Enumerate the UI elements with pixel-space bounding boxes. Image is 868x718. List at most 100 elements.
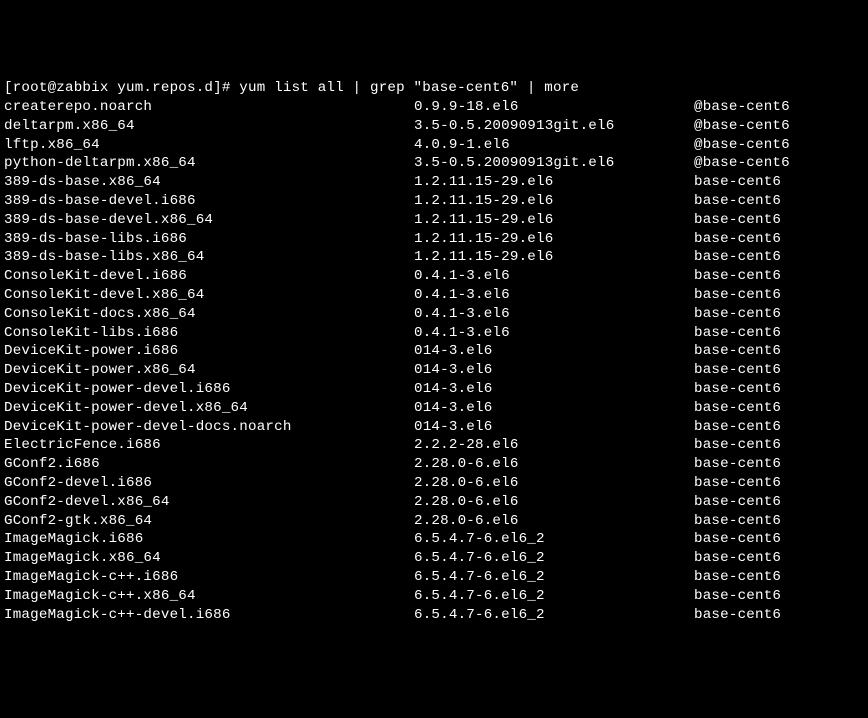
package-row: 389-ds-base-libs.x86_641.2.11.15-29.el6b… bbox=[4, 248, 864, 267]
package-name: GConf2-devel.i686 bbox=[4, 474, 414, 493]
package-repo: base-cent6 bbox=[694, 305, 781, 324]
package-repo: base-cent6 bbox=[694, 380, 781, 399]
package-name: DeviceKit-power-devel.i686 bbox=[4, 380, 414, 399]
package-repo: base-cent6 bbox=[694, 549, 781, 568]
package-row: ConsoleKit-devel.x86_640.4.1-3.el6base-c… bbox=[4, 286, 864, 305]
package-repo: base-cent6 bbox=[694, 324, 781, 343]
package-repo: base-cent6 bbox=[694, 606, 781, 625]
package-name: ImageMagick-c++.i686 bbox=[4, 568, 414, 587]
package-repo: base-cent6 bbox=[694, 173, 781, 192]
package-name: ConsoleKit-devel.x86_64 bbox=[4, 286, 414, 305]
package-repo: base-cent6 bbox=[694, 436, 781, 455]
package-version: 3.5-0.5.20090913git.el6 bbox=[414, 117, 694, 136]
package-row: ImageMagick-c++.x86_646.5.4.7-6.el6_2bas… bbox=[4, 587, 864, 606]
shell-prompt: [root@zabbix yum.repos.d]# bbox=[4, 80, 239, 96]
package-repo: base-cent6 bbox=[694, 455, 781, 474]
package-repo: @base-cent6 bbox=[694, 136, 790, 155]
package-repo: base-cent6 bbox=[694, 248, 781, 267]
package-name: DeviceKit-power-devel-docs.noarch bbox=[4, 418, 414, 437]
package-version: 0.4.1-3.el6 bbox=[414, 267, 694, 286]
package-version: 2.28.0-6.el6 bbox=[414, 455, 694, 474]
package-name: ImageMagick.i686 bbox=[4, 530, 414, 549]
package-name: DeviceKit-power.x86_64 bbox=[4, 361, 414, 380]
package-row: ConsoleKit-docs.x86_640.4.1-3.el6base-ce… bbox=[4, 305, 864, 324]
package-repo: base-cent6 bbox=[694, 192, 781, 211]
package-row: ConsoleKit-libs.i6860.4.1-3.el6base-cent… bbox=[4, 324, 864, 343]
package-name: ImageMagick.x86_64 bbox=[4, 549, 414, 568]
package-name: DeviceKit-power.i686 bbox=[4, 342, 414, 361]
package-repo: base-cent6 bbox=[694, 286, 781, 305]
package-repo: base-cent6 bbox=[694, 587, 781, 606]
package-version: 1.2.11.15-29.el6 bbox=[414, 211, 694, 230]
package-version: 6.5.4.7-6.el6_2 bbox=[414, 568, 694, 587]
package-version: 014-3.el6 bbox=[414, 399, 694, 418]
package-row: ImageMagick-c++.i6866.5.4.7-6.el6_2base-… bbox=[4, 568, 864, 587]
package-name: lftp.x86_64 bbox=[4, 136, 414, 155]
package-version: 6.5.4.7-6.el6_2 bbox=[414, 549, 694, 568]
package-repo: @base-cent6 bbox=[694, 98, 790, 117]
package-repo: base-cent6 bbox=[694, 342, 781, 361]
package-name: GConf2-gtk.x86_64 bbox=[4, 512, 414, 531]
package-name: 389-ds-base-devel.i686 bbox=[4, 192, 414, 211]
package-name: GConf2-devel.x86_64 bbox=[4, 493, 414, 512]
package-name: DeviceKit-power-devel.x86_64 bbox=[4, 399, 414, 418]
package-row: GConf2-devel.i6862.28.0-6.el6base-cent6 bbox=[4, 474, 864, 493]
package-row: ElectricFence.i6862.2.2-28.el6base-cent6 bbox=[4, 436, 864, 455]
package-row: ImageMagick.i6866.5.4.7-6.el6_2base-cent… bbox=[4, 530, 864, 549]
package-version: 014-3.el6 bbox=[414, 380, 694, 399]
package-row: ImageMagick.x86_646.5.4.7-6.el6_2base-ce… bbox=[4, 549, 864, 568]
package-name: ConsoleKit-devel.i686 bbox=[4, 267, 414, 286]
package-repo: base-cent6 bbox=[694, 418, 781, 437]
package-name: createrepo.noarch bbox=[4, 98, 414, 117]
package-version: 6.5.4.7-6.el6_2 bbox=[414, 530, 694, 549]
package-row: deltarpm.x86_643.5-0.5.20090913git.el6@b… bbox=[4, 117, 864, 136]
package-name: ImageMagick-c++.x86_64 bbox=[4, 587, 414, 606]
package-version: 2.28.0-6.el6 bbox=[414, 512, 694, 531]
package-row: GConf2.i6862.28.0-6.el6base-cent6 bbox=[4, 455, 864, 474]
package-version: 0.9.9-18.el6 bbox=[414, 98, 694, 117]
package-version: 6.5.4.7-6.el6_2 bbox=[414, 606, 694, 625]
package-row: GConf2-devel.x86_642.28.0-6.el6base-cent… bbox=[4, 493, 864, 512]
package-name: ConsoleKit-libs.i686 bbox=[4, 324, 414, 343]
package-name: 389-ds-base-devel.x86_64 bbox=[4, 211, 414, 230]
shell-command[interactable]: yum list all | grep "base-cent6" | more bbox=[239, 80, 579, 96]
package-repo: base-cent6 bbox=[694, 568, 781, 587]
package-version: 1.2.11.15-29.el6 bbox=[414, 173, 694, 192]
package-row: ImageMagick-c++-devel.i6866.5.4.7-6.el6_… bbox=[4, 606, 864, 625]
package-row: GConf2-gtk.x86_642.28.0-6.el6base-cent6 bbox=[4, 512, 864, 531]
package-row: DeviceKit-power-devel.i686014-3.el6base-… bbox=[4, 380, 864, 399]
package-row: python-deltarpm.x86_643.5-0.5.20090913gi… bbox=[4, 154, 864, 173]
package-version: 0.4.1-3.el6 bbox=[414, 324, 694, 343]
package-row: 389-ds-base-devel.i6861.2.11.15-29.el6ba… bbox=[4, 192, 864, 211]
package-repo: base-cent6 bbox=[694, 512, 781, 531]
package-version: 1.2.11.15-29.el6 bbox=[414, 230, 694, 249]
command-prompt-line: [root@zabbix yum.repos.d]# yum list all … bbox=[4, 79, 864, 98]
package-list: createrepo.noarch0.9.9-18.el6@base-cent6… bbox=[4, 98, 864, 624]
package-name: 389-ds-base-libs.x86_64 bbox=[4, 248, 414, 267]
package-row: DeviceKit-power-devel-docs.noarch014-3.e… bbox=[4, 418, 864, 437]
package-version: 3.5-0.5.20090913git.el6 bbox=[414, 154, 694, 173]
package-version: 014-3.el6 bbox=[414, 342, 694, 361]
package-version: 2.28.0-6.el6 bbox=[414, 474, 694, 493]
package-version: 1.2.11.15-29.el6 bbox=[414, 248, 694, 267]
package-name: 389-ds-base.x86_64 bbox=[4, 173, 414, 192]
package-name: ElectricFence.i686 bbox=[4, 436, 414, 455]
package-repo: base-cent6 bbox=[694, 211, 781, 230]
package-repo: @base-cent6 bbox=[694, 117, 790, 136]
package-row: 389-ds-base.x86_641.2.11.15-29.el6base-c… bbox=[4, 173, 864, 192]
package-name: 389-ds-base-libs.i686 bbox=[4, 230, 414, 249]
package-row: lftp.x86_644.0.9-1.el6@base-cent6 bbox=[4, 136, 864, 155]
package-version: 4.0.9-1.el6 bbox=[414, 136, 694, 155]
package-version: 014-3.el6 bbox=[414, 418, 694, 437]
package-repo: @base-cent6 bbox=[694, 154, 790, 173]
package-row: ConsoleKit-devel.i6860.4.1-3.el6base-cen… bbox=[4, 267, 864, 286]
package-row: 389-ds-base-devel.x86_641.2.11.15-29.el6… bbox=[4, 211, 864, 230]
package-name: GConf2.i686 bbox=[4, 455, 414, 474]
package-repo: base-cent6 bbox=[694, 493, 781, 512]
package-version: 2.2.2-28.el6 bbox=[414, 436, 694, 455]
package-version: 0.4.1-3.el6 bbox=[414, 286, 694, 305]
package-name: ImageMagick-c++-devel.i686 bbox=[4, 606, 414, 625]
package-version: 6.5.4.7-6.el6_2 bbox=[414, 587, 694, 606]
package-repo: base-cent6 bbox=[694, 530, 781, 549]
package-repo: base-cent6 bbox=[694, 474, 781, 493]
